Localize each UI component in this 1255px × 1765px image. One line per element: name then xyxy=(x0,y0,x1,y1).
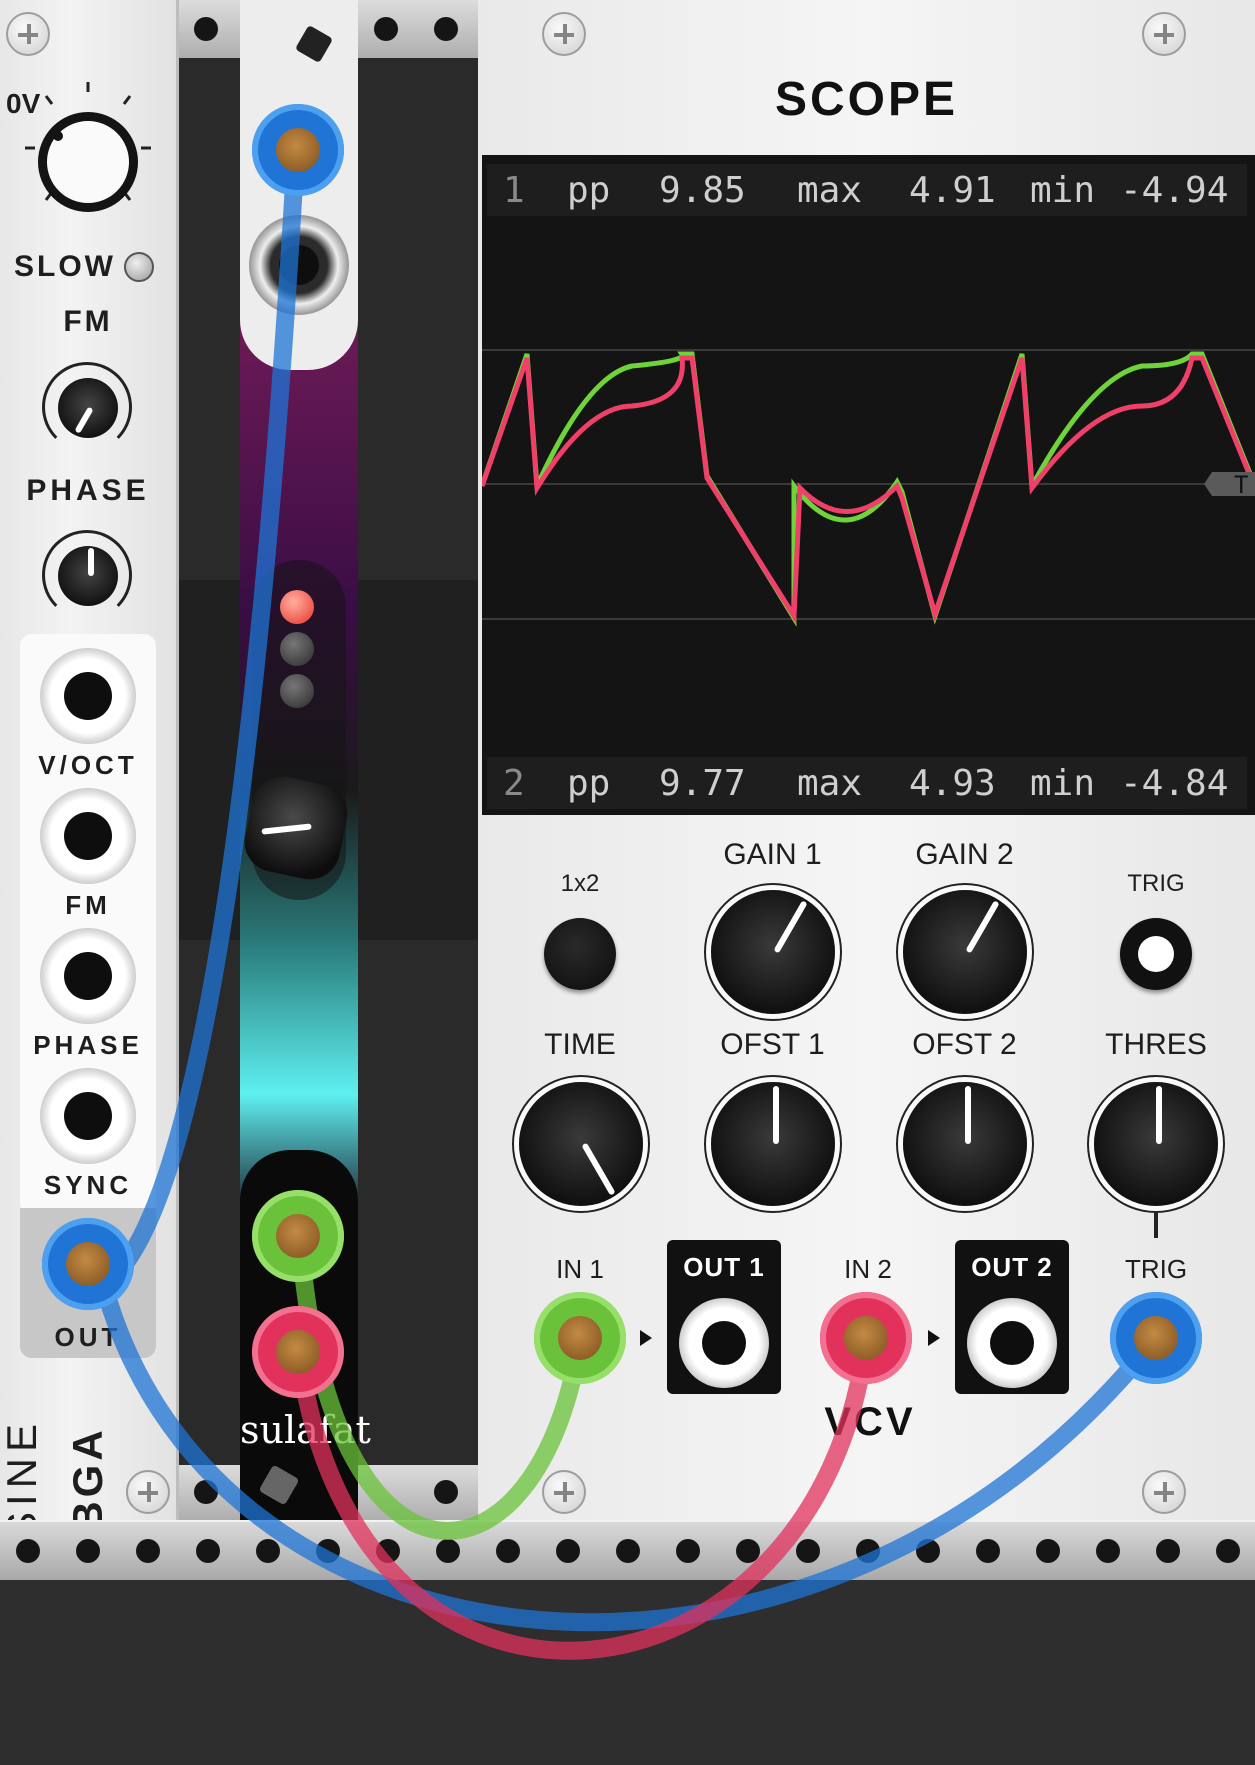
max-label: max xyxy=(797,763,863,804)
screw-icon xyxy=(6,12,50,56)
threshold-tick-icon xyxy=(1154,1212,1158,1238)
pp-label: pp xyxy=(567,763,611,804)
out2-port-box: OUT 2 xyxy=(955,1240,1069,1394)
voct-input-jack[interactable] xyxy=(40,648,136,744)
fm-input-label: FM xyxy=(65,890,111,920)
screw-icon xyxy=(126,1470,170,1514)
sulafat-module: sulafat xyxy=(239,0,371,1520)
out1-jack[interactable] xyxy=(679,1298,769,1388)
voct-label: V/OCT xyxy=(38,750,138,780)
in1-cable-plug-green[interactable] xyxy=(534,1292,626,1384)
channel2-stats: 2 pp 9.77 max 4.93 min -4.84 xyxy=(487,757,1247,809)
gain1-label: GAIN 1 xyxy=(723,838,822,871)
out-label: OUT xyxy=(54,1322,122,1352)
arrow-right-icon xyxy=(928,1330,940,1346)
channel-id: 2 xyxy=(503,763,525,804)
trig-input-label: TRIG xyxy=(1124,1254,1188,1284)
gain2-label: GAIN 2 xyxy=(915,838,1014,871)
phase-input-jack[interactable] xyxy=(40,928,136,1024)
ofst2-knob[interactable] xyxy=(903,1082,1027,1206)
module-name: sulafat xyxy=(240,1408,371,1452)
screw-icon xyxy=(1142,1470,1186,1514)
rack-floor xyxy=(0,1580,1255,1765)
led-off-icon xyxy=(280,632,314,666)
screw-icon xyxy=(542,1470,586,1514)
phase-input-label: PHASE xyxy=(33,1030,143,1060)
thres-label: THRES xyxy=(1105,1028,1207,1061)
time-knob[interactable] xyxy=(519,1082,643,1206)
in2-cable-plug-red[interactable] xyxy=(820,1292,912,1384)
fm-input-jack[interactable] xyxy=(40,788,136,884)
fm-knob[interactable] xyxy=(58,378,118,438)
ofst1-knob[interactable] xyxy=(711,1082,835,1206)
pp-value: 9.85 xyxy=(659,170,746,211)
trigger-marker: T xyxy=(1234,471,1248,499)
time-label: TIME xyxy=(544,1028,616,1061)
trig-mode-button[interactable] xyxy=(1120,918,1192,990)
in2-label: IN 2 xyxy=(844,1254,892,1284)
phase-label: PHASE xyxy=(26,474,150,507)
min-label: min xyxy=(1030,763,1096,804)
out1-port-box: OUT 1 xyxy=(667,1240,781,1394)
max-value: 4.93 xyxy=(909,763,996,804)
pp-value: 9.77 xyxy=(659,763,746,804)
trace-green xyxy=(482,351,1255,627)
out2-label: OUT 2 xyxy=(971,1252,1053,1282)
max-label: max xyxy=(797,170,863,211)
cable-plug-red[interactable] xyxy=(252,1306,344,1398)
in1-label: IN 1 xyxy=(556,1254,604,1284)
rack-rail xyxy=(0,1520,1255,1580)
phase-knob[interactable] xyxy=(58,546,118,606)
mode-label: 1x2 xyxy=(560,870,600,897)
led-red-icon xyxy=(280,590,314,624)
cable-plug-blue[interactable] xyxy=(252,104,344,196)
mode-button[interactable] xyxy=(544,918,616,990)
thres-knob[interactable] xyxy=(1094,1082,1218,1206)
trig-mode-label: TRIG xyxy=(1127,870,1185,897)
arrow-right-icon xyxy=(640,1330,652,1346)
vcv-logo: VCV xyxy=(824,1400,916,1444)
slow-label: SLOW xyxy=(14,250,116,283)
min-value: -4.84 xyxy=(1120,763,1229,804)
ofst2-label: OFST 2 xyxy=(912,1028,1017,1061)
sulafat-output-jack[interactable] xyxy=(249,215,349,315)
trace-red xyxy=(482,355,1255,625)
sync-input-jack[interactable] xyxy=(40,1068,136,1164)
channel-id: 1 xyxy=(503,170,525,211)
screw-icon xyxy=(1142,12,1186,56)
scope-waveform: T xyxy=(482,349,1255,627)
cable-plug-blue[interactable] xyxy=(42,1218,134,1310)
gain1-knob[interactable] xyxy=(711,890,835,1014)
max-value: 4.91 xyxy=(909,170,996,211)
screw-icon xyxy=(542,12,586,56)
offset-knob[interactable] xyxy=(38,112,138,212)
ofst1-label: OFST 1 xyxy=(720,1028,825,1061)
sync-label: SYNC xyxy=(43,1170,133,1200)
fm-label: FM xyxy=(63,305,113,338)
trig-cable-plug-blue[interactable] xyxy=(1110,1292,1202,1384)
led-off-icon xyxy=(280,674,314,708)
channel1-stats: 1 pp 9.85 max 4.91 min -4.94 xyxy=(487,164,1247,216)
pp-label: pp xyxy=(567,170,611,211)
out2-jack[interactable] xyxy=(967,1298,1057,1388)
gain2-knob[interactable] xyxy=(903,890,1027,1014)
out1-label: OUT 1 xyxy=(683,1252,765,1282)
slow-toggle-button[interactable] xyxy=(124,252,154,282)
min-label: min xyxy=(1030,170,1096,211)
module-title: SCOPE xyxy=(774,73,959,126)
cable-plug-green[interactable] xyxy=(252,1190,344,1282)
min-value: -4.94 xyxy=(1120,170,1229,211)
